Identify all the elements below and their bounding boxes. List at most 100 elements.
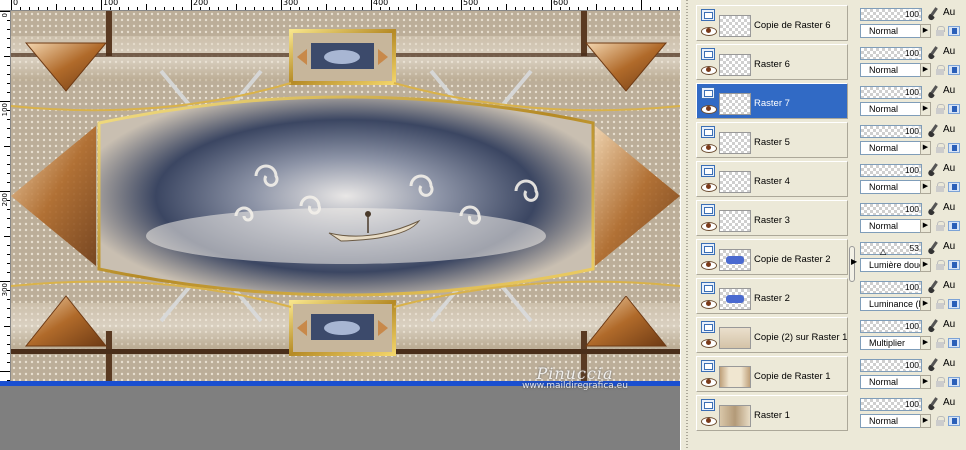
layer-name-cell[interactable]: Copie (2) sur Raster 1 xyxy=(696,317,848,353)
blend-mode-arrow-icon[interactable]: ▶ xyxy=(920,102,931,116)
layer-row[interactable]: Copie de Raster 2 △ 53 Au Lumière douce ▶ xyxy=(694,237,966,276)
layer-group-icon[interactable] xyxy=(701,87,715,99)
blend-mode-arrow-icon[interactable]: ▶ xyxy=(920,414,931,428)
layer-name-cell[interactable]: Copie de Raster 1 xyxy=(696,356,848,392)
blend-mode-arrow-icon[interactable]: ▶ xyxy=(920,258,931,272)
opacity-slider[interactable]: 100 xyxy=(860,86,922,99)
brush-icon[interactable] xyxy=(926,7,940,21)
brush-icon[interactable] xyxy=(926,280,940,294)
layer-name-cell[interactable]: Raster 4 xyxy=(696,161,848,197)
opacity-slider[interactable]: 100 xyxy=(860,125,922,138)
brush-icon[interactable] xyxy=(926,241,940,255)
mask-link-icon[interactable] xyxy=(948,377,960,387)
opacity-slider[interactable]: 100 xyxy=(860,359,922,372)
visibility-eye-icon[interactable] xyxy=(701,416,717,426)
visibility-eye-icon[interactable] xyxy=(701,377,717,387)
layer-row[interactable]: Raster 6 100 Au Normal ▶ xyxy=(694,42,966,81)
expand-arrow-icon[interactable]: ▶ xyxy=(851,257,859,273)
opacity-slider[interactable]: 100 xyxy=(860,203,922,216)
layer-group-icon[interactable] xyxy=(701,126,715,138)
opacity-slider[interactable]: 100 xyxy=(860,320,922,333)
brush-icon[interactable] xyxy=(926,163,940,177)
layer-name-cell[interactable]: Copie de Raster 2 xyxy=(696,239,848,275)
lock-icon[interactable] xyxy=(936,143,945,153)
layer-name-cell[interactable]: Copie de Raster 6 xyxy=(696,5,848,41)
layer-group-icon[interactable] xyxy=(701,165,715,177)
visibility-eye-icon[interactable] xyxy=(701,182,717,192)
blend-mode-arrow-icon[interactable]: ▶ xyxy=(920,141,931,155)
blend-mode-arrow-icon[interactable]: ▶ xyxy=(920,180,931,194)
mask-link-icon[interactable] xyxy=(948,260,960,270)
lock-icon[interactable] xyxy=(936,182,945,192)
lock-icon[interactable] xyxy=(936,26,945,36)
mask-link-icon[interactable] xyxy=(948,299,960,309)
blend-mode-arrow-icon[interactable]: ▶ xyxy=(920,24,931,38)
layer-name-cell[interactable]: Raster 3 xyxy=(696,200,848,236)
mask-link-icon[interactable] xyxy=(948,65,960,75)
brush-icon[interactable] xyxy=(926,358,940,372)
blend-mode-arrow-icon[interactable]: ▶ xyxy=(920,297,931,311)
brush-icon[interactable] xyxy=(926,46,940,60)
lock-icon[interactable] xyxy=(936,260,945,270)
layer-row[interactable]: Raster 5 100 Au Normal ▶ xyxy=(694,120,966,159)
lock-icon[interactable] xyxy=(936,416,945,426)
layer-group-icon[interactable] xyxy=(701,282,715,294)
opacity-slider[interactable]: 100 xyxy=(860,47,922,60)
blend-mode-arrow-icon[interactable]: ▶ xyxy=(920,219,931,233)
layer-row[interactable]: Copie de Raster 1 100 Au Normal ▶ xyxy=(694,354,966,393)
layer-group-icon[interactable] xyxy=(701,204,715,216)
lock-icon[interactable] xyxy=(936,104,945,114)
layer-name-cell[interactable]: Raster 1 xyxy=(696,395,848,431)
brush-icon[interactable] xyxy=(926,124,940,138)
panel-splitter[interactable] xyxy=(680,0,694,450)
layer-name-cell[interactable]: Raster 5 xyxy=(696,122,848,158)
visibility-eye-icon[interactable] xyxy=(701,65,717,75)
mask-link-icon[interactable] xyxy=(948,26,960,36)
opacity-slider[interactable]: △ 53 xyxy=(860,242,922,256)
visibility-eye-icon[interactable] xyxy=(701,143,717,153)
opacity-slider[interactable]: 100 xyxy=(860,8,922,21)
mask-link-icon[interactable] xyxy=(948,182,960,192)
artwork-canvas[interactable] xyxy=(11,11,680,381)
layer-name-cell[interactable]: Raster 7 xyxy=(696,83,848,119)
visibility-eye-icon[interactable] xyxy=(701,299,717,309)
layer-name-cell[interactable]: Raster 2 xyxy=(696,278,848,314)
mask-link-icon[interactable] xyxy=(948,338,960,348)
mask-link-icon[interactable] xyxy=(948,104,960,114)
layer-row[interactable]: Copie (2) sur Raster 1 100 Au Multiplier ▶ xyxy=(694,315,966,354)
blend-mode-arrow-icon[interactable]: ▶ xyxy=(920,336,931,350)
opacity-slider[interactable]: 100 xyxy=(860,164,922,177)
layer-row[interactable]: Raster 2 100 Au Luminance (H) ▶ xyxy=(694,276,966,315)
blend-mode-arrow-icon[interactable]: ▶ xyxy=(920,63,931,77)
layer-row[interactable]: Raster 1 100 Au Normal ▶ xyxy=(694,393,966,432)
lock-icon[interactable] xyxy=(936,65,945,75)
visibility-eye-icon[interactable] xyxy=(701,338,717,348)
layer-row[interactable]: Raster 4 100 Au Normal ▶ xyxy=(694,159,966,198)
layer-name-cell[interactable]: Raster 6 xyxy=(696,44,848,80)
mask-link-icon[interactable] xyxy=(948,221,960,231)
layer-group-icon[interactable] xyxy=(701,321,715,333)
visibility-eye-icon[interactable] xyxy=(701,260,717,270)
visibility-eye-icon[interactable] xyxy=(701,104,717,114)
layer-group-icon[interactable] xyxy=(701,360,715,372)
layer-row[interactable]: Raster 3 100 Au Normal ▶ xyxy=(694,198,966,237)
layer-row[interactable]: Copie de Raster 6 100 Au Normal ▶ xyxy=(694,3,966,42)
brush-icon[interactable] xyxy=(926,319,940,333)
layer-group-icon[interactable] xyxy=(701,399,715,411)
mask-link-icon[interactable] xyxy=(948,143,960,153)
layer-row[interactable]: Raster 7 100 Au Normal ▶ xyxy=(694,81,966,120)
layer-group-icon[interactable] xyxy=(701,243,715,255)
opacity-slider[interactable]: 100 xyxy=(860,398,922,411)
layer-group-icon[interactable] xyxy=(701,48,715,60)
visibility-eye-icon[interactable] xyxy=(701,26,717,36)
blend-mode-arrow-icon[interactable]: ▶ xyxy=(920,375,931,389)
opacity-marker-icon[interactable]: △ xyxy=(880,247,886,256)
layer-group-icon[interactable] xyxy=(701,9,715,21)
brush-icon[interactable] xyxy=(926,202,940,216)
lock-icon[interactable] xyxy=(936,299,945,309)
lock-icon[interactable] xyxy=(936,221,945,231)
visibility-eye-icon[interactable] xyxy=(701,221,717,231)
lock-icon[interactable] xyxy=(936,377,945,387)
mask-link-icon[interactable] xyxy=(948,416,960,426)
brush-icon[interactable] xyxy=(926,397,940,411)
